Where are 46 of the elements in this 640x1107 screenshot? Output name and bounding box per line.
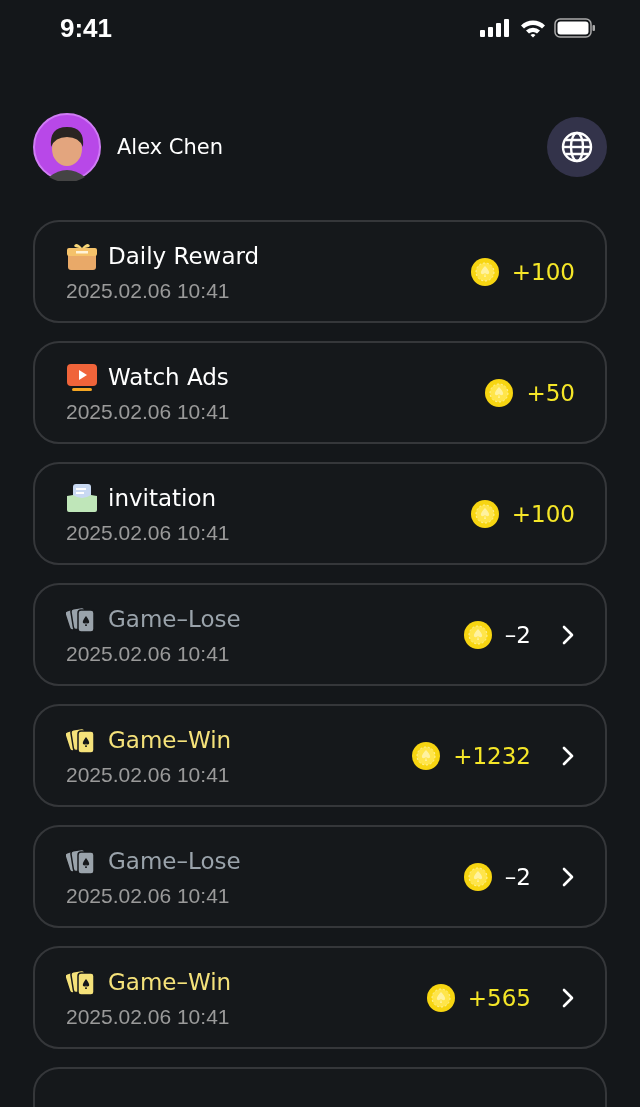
record-card[interactable]: Game–Lose 2025.02.06 10:41 –2	[33, 583, 607, 686]
record-card[interactable]: Game–Win 2025.02.06 10:41 +1232	[33, 704, 607, 807]
coin-amount: –2	[504, 863, 531, 890]
record-time: 2025.02.06 10:41	[66, 883, 231, 908]
globe-icon	[560, 130, 594, 164]
coin-amount: +565	[467, 984, 531, 1011]
coin-amount: –2	[504, 621, 531, 648]
record-time: 2025.02.06 10:41	[66, 1004, 231, 1029]
chevron-right-icon[interactable]	[561, 986, 575, 1009]
chevron-right-icon[interactable]	[561, 623, 575, 646]
record-time: 2025.02.06 10:41	[66, 641, 231, 666]
chevron-right-icon[interactable]	[561, 865, 575, 888]
battery-icon	[554, 18, 596, 38]
status-time: 9:41	[60, 12, 113, 44]
avatar[interactable]	[33, 113, 101, 181]
coin-icon	[469, 256, 500, 287]
record-title: Game–Win	[108, 968, 232, 995]
record-title: Game–Lose	[108, 605, 241, 632]
coin-amount: +1232	[453, 742, 531, 769]
record-time: 2025.02.06 10:41	[66, 278, 231, 303]
record-title: invitation	[108, 484, 217, 511]
chevron-right-icon[interactable]	[561, 744, 575, 767]
coin-icon	[484, 377, 515, 408]
record-title: Watch Ads	[108, 363, 229, 390]
record-card[interactable]: Game–Lose 2025.02.06 10:41 –2	[33, 825, 607, 928]
coin-amount: +50	[526, 379, 575, 406]
record-title: Game–Win	[108, 726, 232, 753]
record-time: 2025.02.06 10:41	[66, 520, 230, 545]
coin-icon	[469, 498, 500, 529]
envelope-icon	[66, 482, 98, 513]
record-card[interactable]: Game–Win 2025.02.06 10:41 +565	[33, 946, 607, 1049]
wifi-icon	[520, 18, 546, 38]
coin-icon	[411, 740, 442, 771]
coin-icon	[425, 982, 456, 1013]
record-time: 2025.02.06 10:41	[66, 762, 231, 787]
record-title: Daily Reward	[108, 242, 260, 269]
language-button[interactable]	[547, 117, 607, 177]
coin-amount: +100	[511, 258, 575, 285]
coin-icon	[462, 861, 493, 892]
record-time: 2025.02.06 10:41	[66, 399, 230, 424]
signal-icon	[480, 19, 512, 37]
coin-icon	[462, 619, 493, 650]
video-icon	[66, 361, 98, 392]
user-name: Alex Chen	[117, 135, 225, 159]
record-title: Game–Lose	[108, 847, 241, 874]
coin-amount: +100	[511, 500, 575, 527]
